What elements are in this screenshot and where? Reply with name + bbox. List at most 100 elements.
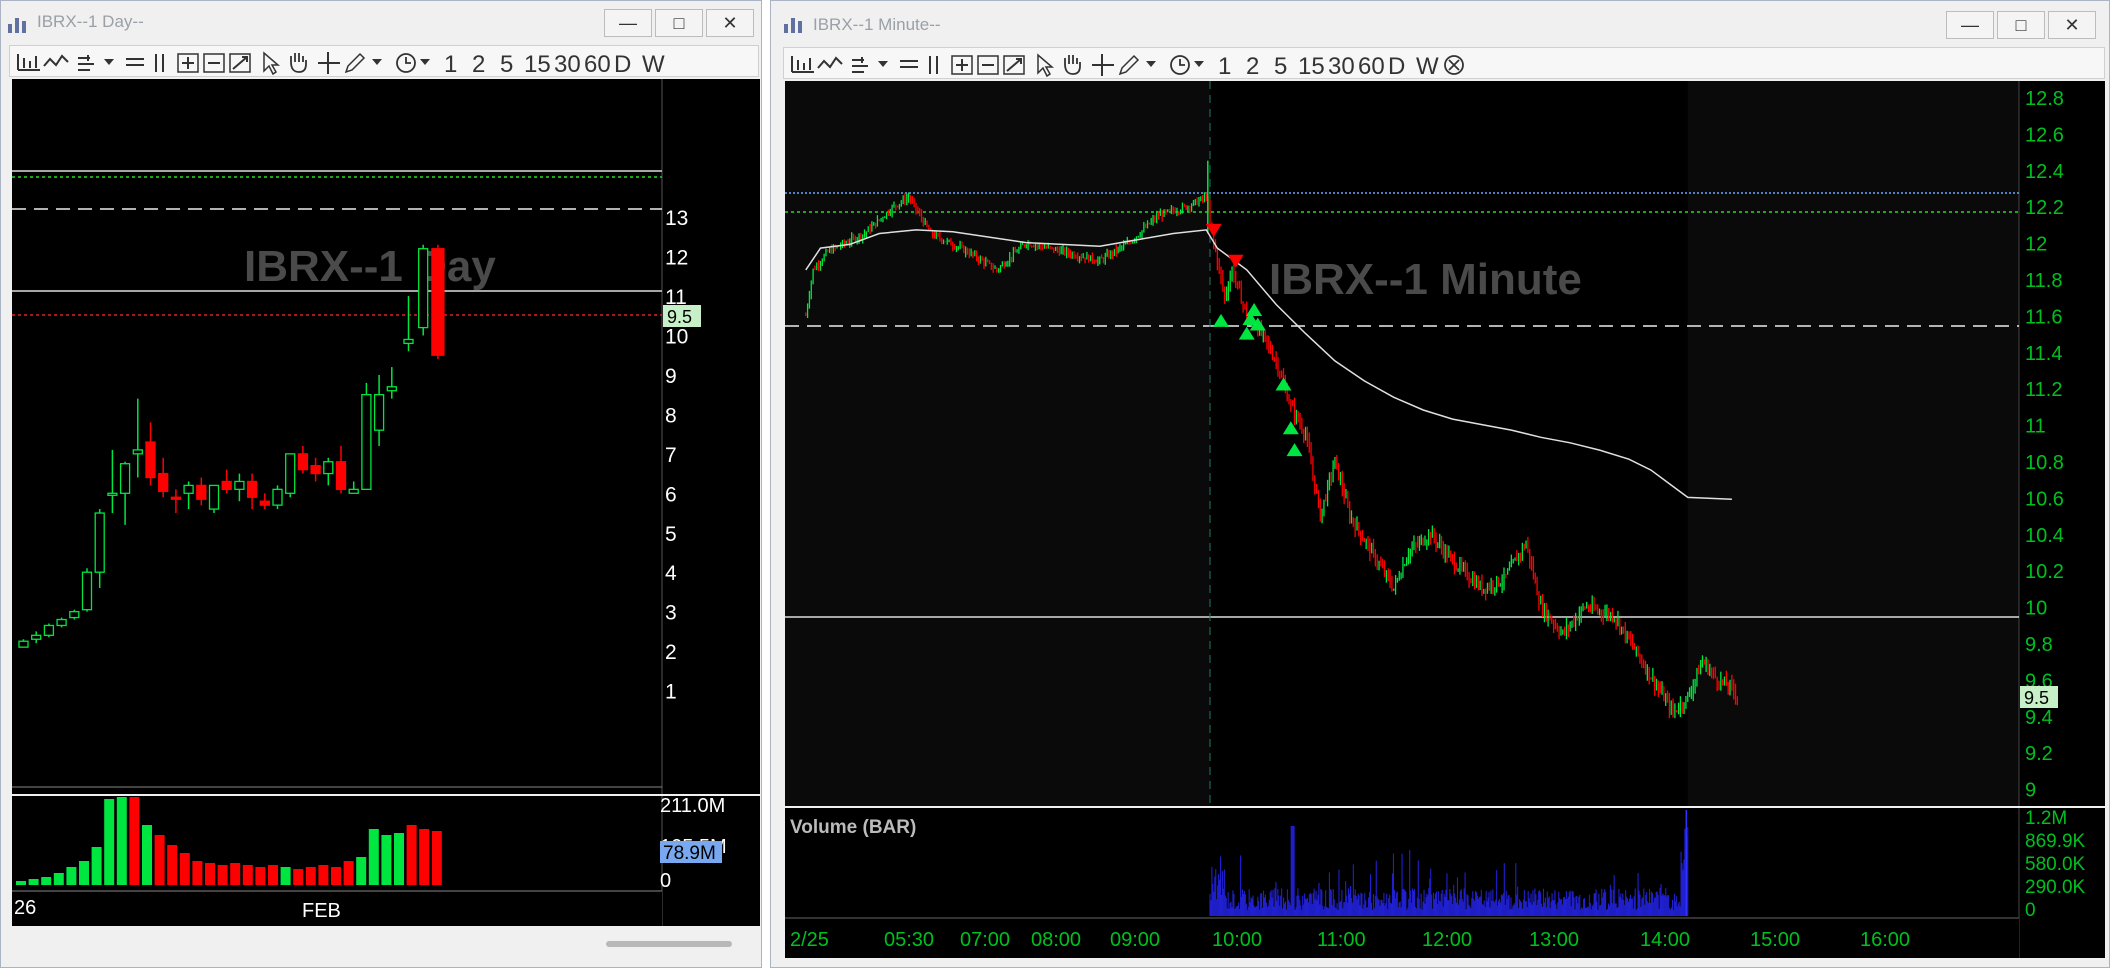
daily-candle[interactable] (18, 639, 29, 648)
daily-candle[interactable] (221, 469, 232, 494)
cursor-icon[interactable] (263, 51, 281, 76)
interval-button-d[interactable]: D (1388, 53, 1405, 79)
daily-candle[interactable] (297, 445, 309, 474)
daily-candle[interactable] (272, 485, 283, 510)
horizontal-line-icon[interactable] (900, 60, 918, 68)
last-price-value: 9.5 (2024, 688, 2049, 708)
hand-icon[interactable] (1064, 55, 1081, 75)
daily-candle[interactable] (348, 481, 359, 494)
daily-candle[interactable] (119, 461, 131, 525)
daily-candle[interactable] (373, 374, 385, 446)
daily-candle[interactable] (43, 623, 55, 638)
interval-button-1[interactable]: 1 (444, 51, 457, 77)
interval-button-w[interactable]: W (642, 51, 665, 77)
close-circle-icon[interactable] (1444, 55, 1464, 75)
daily-candle[interactable] (107, 449, 118, 514)
zoom-fit-icon[interactable] (229, 53, 251, 73)
vertical-line-icon[interactable] (155, 54, 164, 72)
dropdown-icon[interactable] (372, 59, 382, 65)
minute-titlebar[interactable]: IBRX--1 Minute-- — □ ✕ (771, 1, 2109, 45)
daily-candle[interactable] (335, 445, 347, 494)
daily-candle[interactable] (81, 568, 93, 612)
pencil-icon[interactable] (344, 52, 366, 74)
cursor-icon[interactable] (1037, 53, 1055, 78)
daily-candle[interactable] (170, 489, 182, 514)
line-chart-icon[interactable] (43, 54, 69, 67)
dropdown-icon[interactable] (104, 59, 114, 65)
daily-candle[interactable] (403, 296, 414, 352)
daily-titlebar[interactable]: IBRX--1 Day-- — □ ✕ (1, 1, 761, 45)
scrollbar-thumb[interactable] (606, 941, 732, 947)
daily-candle[interactable] (418, 244, 429, 336)
daily-candle[interactable] (285, 453, 296, 498)
step-chart-icon[interactable] (852, 57, 868, 73)
interval-button-w[interactable]: W (1416, 53, 1439, 79)
daily-price-chart[interactable]: IBRX--1 Day 13 12 11 10 9 8 7 6 5 4 3 2 1 9.5 (12, 79, 760, 794)
interval-button-2[interactable]: 2 (472, 51, 485, 77)
minute-price-chart[interactable]: IBRX--1 Minute 12.8 12.6 12.4 12.2 12 11.8 11.6… (785, 81, 2105, 806)
interval-button-60[interactable]: 60 (1358, 53, 1385, 79)
daily-horizontal-scrollbar[interactable] (12, 927, 760, 959)
clock-icon[interactable] (1170, 55, 1190, 75)
daily-candle[interactable] (431, 244, 445, 360)
interval-button-5[interactable]: 5 (1274, 53, 1287, 79)
daily-candle[interactable] (310, 457, 321, 482)
daily-close-button[interactable]: ✕ (706, 9, 754, 37)
interval-button-30[interactable]: 30 (1328, 53, 1355, 79)
daily-candle[interactable] (183, 481, 194, 510)
dropdown-icon[interactable] (420, 59, 430, 65)
daily-candle[interactable] (158, 457, 169, 498)
clock-icon[interactable] (396, 53, 416, 73)
dropdown-icon[interactable] (878, 61, 888, 67)
daily-candle[interactable] (145, 422, 156, 486)
minute-close-button[interactable]: ✕ (2048, 11, 2096, 39)
daily-candle[interactable] (323, 457, 334, 486)
daily-candle[interactable] (259, 493, 270, 510)
pencil-icon[interactable] (1118, 54, 1140, 76)
daily-candle[interactable] (246, 473, 258, 510)
horizontal-line-icon[interactable] (126, 58, 144, 66)
dropdown-icon[interactable] (1194, 61, 1204, 67)
daily-candle[interactable] (196, 477, 207, 506)
zoom-out-icon[interactable] (977, 55, 999, 75)
price-axis-label: 10.2 (2025, 561, 2064, 583)
interval-button-1[interactable]: 1 (1218, 53, 1231, 79)
zoom-out-icon[interactable] (203, 53, 225, 73)
daily-candle[interactable] (361, 382, 372, 491)
daily-maximize-button[interactable]: □ (655, 9, 703, 37)
zoom-in-icon[interactable] (951, 55, 973, 75)
interval-button-5[interactable]: 5 (500, 51, 513, 77)
line-chart-icon[interactable] (817, 56, 843, 69)
crosshair-icon[interactable] (318, 52, 340, 74)
interval-button-15[interactable]: 15 (524, 51, 551, 77)
daily-candle[interactable] (386, 367, 397, 399)
interval-button-2[interactable]: 2 (1246, 53, 1259, 79)
price-axis-label: 3 (665, 602, 677, 625)
zoom-in-icon[interactable] (177, 53, 199, 73)
vertical-line-icon[interactable] (929, 56, 938, 74)
dropdown-icon[interactable] (1146, 61, 1156, 67)
daily-candle[interactable] (234, 473, 245, 502)
daily-volume-chart[interactable]: 211.0M105.5M078.9M26FEB (12, 796, 760, 926)
daily-candle[interactable] (208, 484, 220, 514)
hand-icon[interactable] (290, 53, 307, 73)
price-axis-label: 12.2 (2025, 197, 2064, 219)
daily-candle[interactable] (69, 609, 80, 620)
step-chart-icon[interactable] (78, 55, 94, 71)
daily-minimize-button[interactable]: — (604, 9, 652, 37)
interval-button-d[interactable]: D (614, 51, 631, 77)
bar-chart-icon[interactable] (17, 54, 40, 71)
minute-maximize-button[interactable]: □ (1997, 11, 2045, 39)
interval-button-30[interactable]: 30 (554, 51, 581, 77)
zoom-fit-icon[interactable] (1003, 55, 1025, 75)
daily-candle[interactable] (31, 631, 42, 644)
interval-button-60[interactable]: 60 (584, 51, 611, 77)
daily-candle[interactable] (56, 617, 67, 628)
minute-minimize-button[interactable]: — (1946, 11, 1994, 39)
daily-candle[interactable] (132, 398, 143, 478)
interval-button-15[interactable]: 15 (1298, 53, 1325, 79)
minute-volume-chart[interactable]: Volume (BAR) 1.2M 869.9K 580.0K 290.0K 0 2/25 0… (785, 808, 2105, 958)
daily-candle[interactable] (94, 509, 105, 588)
crosshair-icon[interactable] (1092, 54, 1114, 76)
bar-chart-icon[interactable] (791, 56, 814, 73)
